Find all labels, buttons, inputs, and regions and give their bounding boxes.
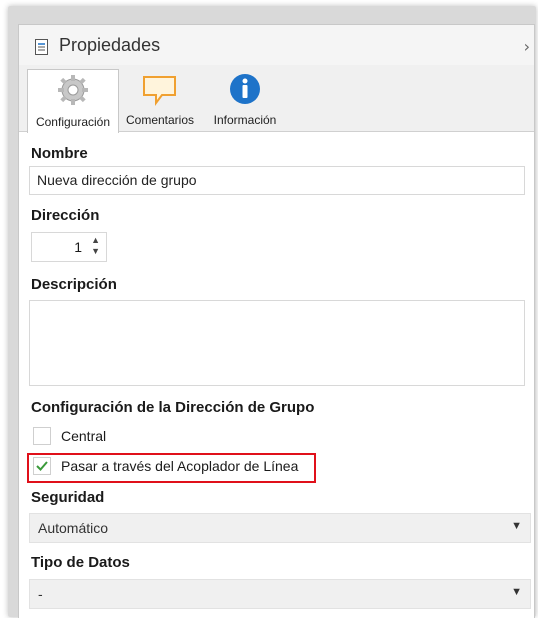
data-type-select[interactable]: - ▼ bbox=[29, 579, 531, 609]
tab-comentarios[interactable]: Comentarios bbox=[121, 69, 199, 131]
gear-icon bbox=[55, 72, 91, 111]
central-checkbox[interactable] bbox=[33, 427, 51, 445]
info-icon bbox=[228, 72, 262, 109]
security-label: Seguridad bbox=[31, 489, 105, 506]
tab-label: Información bbox=[213, 113, 277, 127]
tab-informacion[interactable]: Información bbox=[205, 69, 285, 131]
tab-configuracion[interactable]: Configuración bbox=[27, 69, 119, 133]
address-value: 1 bbox=[74, 239, 82, 255]
stepper-arrows-icon[interactable]: ▲ ▼ bbox=[91, 235, 100, 257]
comment-icon bbox=[142, 75, 178, 110]
name-value: Nueva dirección de grupo bbox=[37, 172, 197, 188]
panel-titlebar: Propiedades › bbox=[19, 25, 534, 65]
data-type-label: Tipo de Datos bbox=[31, 554, 130, 571]
properties-panel: Propiedades › Configuración Comentarios … bbox=[18, 24, 535, 618]
tab-label: Configuración bbox=[35, 115, 111, 129]
tab-bar: Configuración Comentarios Información bbox=[19, 65, 534, 133]
description-textarea[interactable] bbox=[29, 300, 525, 386]
dropdown-arrow-icon: ▼ bbox=[511, 520, 522, 532]
tab-label: Comentarios bbox=[125, 113, 195, 127]
highlight-box bbox=[27, 453, 316, 483]
name-input[interactable]: Nueva dirección de grupo bbox=[29, 166, 525, 195]
data-type-value: - bbox=[38, 586, 43, 602]
panel-title: Propiedades bbox=[59, 35, 161, 55]
name-label: Nombre bbox=[31, 145, 88, 162]
dropdown-arrow-icon: ▼ bbox=[511, 586, 522, 598]
address-label: Dirección bbox=[31, 207, 100, 224]
security-select[interactable]: Automático ▼ bbox=[29, 513, 531, 543]
chevron-right-icon[interactable]: › bbox=[524, 37, 530, 56]
address-stepper[interactable]: 1 ▲ ▼ bbox=[31, 232, 107, 262]
properties-icon bbox=[35, 39, 48, 55]
description-label: Descripción bbox=[31, 276, 117, 293]
group-config-heading: Configuración de la Dirección de Grupo bbox=[31, 399, 315, 416]
security-value: Automático bbox=[38, 520, 109, 536]
central-label: Central bbox=[61, 428, 107, 444]
